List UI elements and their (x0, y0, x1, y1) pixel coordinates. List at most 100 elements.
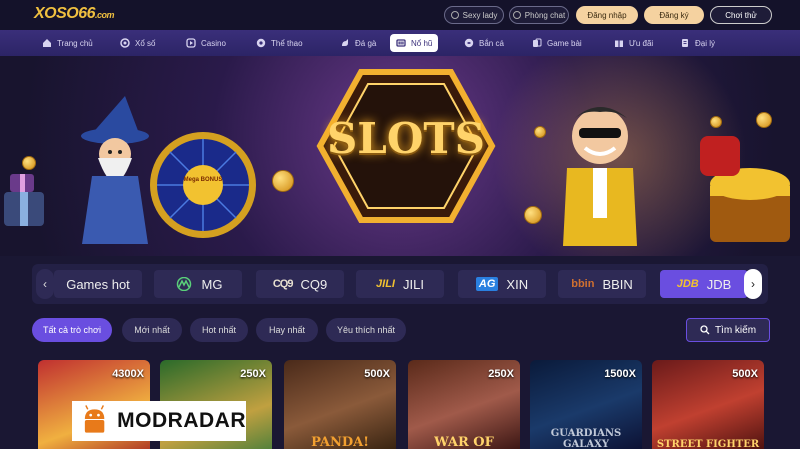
register-label: Đăng ký (659, 10, 689, 20)
watermark-text: MODRADAR (117, 409, 246, 432)
agent-icon (682, 39, 688, 47)
nav-item-agent[interactable]: Đại lý (674, 34, 721, 52)
mg-logo-icon (176, 277, 191, 291)
ag-logo: AG (475, 277, 499, 291)
watermark: MODRADAR (72, 401, 246, 441)
register-button[interactable]: Đăng ký (644, 6, 704, 24)
filter-label: Tất cả trò chơi (43, 325, 101, 335)
filter-label: Yêu thích nhất (336, 325, 396, 335)
nav-item-lottery[interactable]: Xổ số (114, 34, 161, 52)
provider-prev-button[interactable]: ‹ (36, 269, 54, 299)
trial-label: Chơi thử (725, 10, 757, 20)
nav-item-casino[interactable]: Casino (180, 34, 232, 52)
filter-hottest[interactable]: Hot nhất (190, 318, 248, 342)
cards-icon (533, 38, 542, 47)
nav-item-fishing[interactable]: Bắn cá (458, 34, 510, 52)
provider-cq9[interactable]: CQ9 CQ9 (256, 270, 344, 298)
chat-room-label: Phòng chat (524, 10, 566, 20)
nav-label: Bắn cá (479, 38, 504, 48)
coin-icon (534, 126, 546, 138)
search-button[interactable]: Tìm kiếm (686, 318, 770, 342)
game-card[interactable]: 1500X GUARDIANS GALAXY (530, 360, 642, 449)
bbin-logo: bbin (571, 278, 595, 290)
soccer-icon (256, 38, 266, 48)
cq9-logo: CQ9 (272, 278, 294, 290)
sexy-lady-label: Sexy lady (462, 10, 498, 20)
game-card[interactable]: 500X STREET FIGHTER (652, 360, 764, 449)
radio-icon (450, 11, 459, 19)
provider-mg[interactable]: MG (154, 270, 242, 298)
nav-item-slots[interactable]: Nổ hũ (390, 34, 439, 52)
filter-all-games[interactable]: Tất cả trò chơi (32, 318, 112, 342)
multiplier-badge: 250X (240, 368, 266, 380)
nav-label: Casino (201, 38, 226, 48)
provider-xin[interactable]: AG XIN (458, 270, 546, 298)
coin-icon (710, 116, 722, 128)
nav-item-home[interactable]: Trang chủ (36, 34, 99, 52)
login-button[interactable]: Đăng nhập (576, 6, 638, 24)
chat-room-button[interactable]: Phòng chat (509, 6, 569, 24)
lottery-icon (120, 38, 130, 48)
trial-button[interactable]: Chơi thử (710, 6, 772, 24)
filter-label: Hay nhất (268, 325, 306, 335)
provider-bbin[interactable]: bbin BBIN (558, 270, 646, 298)
filter-newest[interactable]: Mới nhất (122, 318, 182, 342)
filter-favorite[interactable]: Yêu thích nhất (326, 318, 406, 342)
provider-jili[interactable]: JILI JILI (356, 270, 444, 298)
logo-suffix: .com (95, 10, 115, 20)
game-title: GUARDIANS GALAXY (550, 428, 622, 449)
provider-label: XIN (506, 276, 529, 292)
multiplier-badge: 4300X (112, 368, 144, 380)
provider-next-button[interactable]: › (744, 269, 762, 299)
chevron-right-icon: › (751, 277, 755, 291)
provider-label: Games hot (66, 276, 130, 292)
android-icon (84, 405, 105, 433)
filter-best[interactable]: Hay nhất (256, 318, 318, 342)
multiplier-badge: 250X (488, 368, 514, 380)
wizard-character (81, 96, 149, 244)
multiplier-badge: 500X (732, 368, 758, 380)
nav-item-cockfight[interactable]: Đá gà (334, 34, 382, 52)
nav-label: Trang chủ (57, 38, 93, 48)
login-label: Đăng nhập (587, 10, 627, 20)
jili-logo: JILI (376, 278, 395, 290)
casino-icon (186, 38, 196, 48)
main-nav: Trang chủ Xổ số Casino Thể thao Đá gà Nổ… (0, 30, 800, 56)
nav-item-cards[interactable]: Game bài (526, 34, 588, 52)
nav-label: Thể thao (271, 38, 303, 48)
wheel-label: Mega BONUS (183, 177, 223, 183)
chevron-left-icon: ‹ (43, 277, 47, 291)
nav-label: Xổ số (135, 38, 156, 48)
coin-icon (272, 170, 294, 192)
nav-item-promotions[interactable]: Ưu đãi (608, 34, 659, 52)
rich-man-character (563, 107, 637, 246)
sexy-lady-button[interactable]: Sexy lady (444, 6, 504, 24)
coin-icon (756, 112, 772, 128)
nav-item-sports[interactable]: Thể thao (250, 34, 309, 52)
gift-boxes-illustration (4, 174, 44, 226)
provider-label: JILI (402, 276, 424, 292)
provider-label: CQ9 (300, 276, 328, 292)
multiplier-badge: 1500X (604, 368, 636, 380)
search-icon (700, 325, 710, 335)
nav-label: Đá gà (355, 38, 377, 48)
provider-jdb[interactable]: JDB JDB (660, 270, 748, 298)
nav-label: Đại lý (695, 38, 716, 48)
provider-games-hot[interactable]: Games hot (54, 270, 142, 298)
filter-label: Hot nhất (201, 325, 237, 335)
search-label: Tìm kiếm (714, 324, 757, 336)
logo-text: XOSO66 (34, 5, 96, 22)
game-title: PANDA! (311, 435, 369, 449)
site-logo[interactable]: XOSO66.com (34, 5, 115, 23)
home-icon (43, 39, 51, 47)
jdb-logo: JDB (676, 278, 699, 290)
fish-icon (464, 38, 474, 48)
game-card[interactable]: 250X WAR OF (408, 360, 520, 449)
coin-icon (22, 156, 36, 170)
treasure-chest (700, 136, 790, 242)
bonus-wheel (150, 132, 256, 238)
rooster-icon (342, 39, 348, 46)
filter-label: Mới nhất (134, 325, 170, 335)
gift-icon (615, 40, 623, 47)
game-card[interactable]: 500X PANDA! (284, 360, 396, 449)
